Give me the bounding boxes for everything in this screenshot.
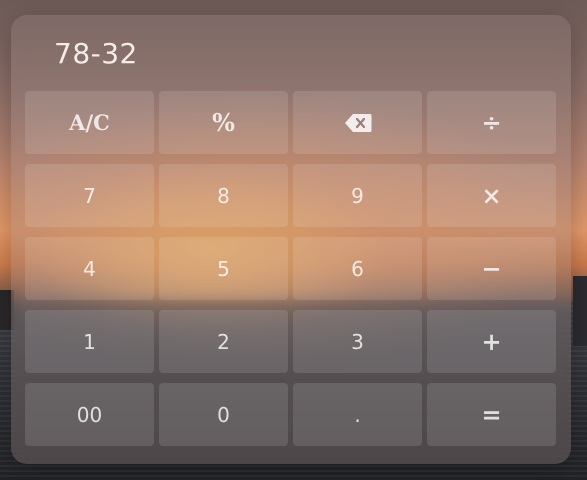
- calculator-display: 78-32: [54, 37, 138, 70]
- key-equals[interactable]: =: [427, 383, 556, 446]
- key-percent[interactable]: %: [159, 91, 288, 154]
- key-minus[interactable]: −: [427, 237, 556, 300]
- calculator-panel: 78-32 A/C % ÷ 7 8 9 × 4 5 6 − 1 2 3 + 00…: [11, 15, 571, 464]
- key-5[interactable]: 5: [159, 237, 288, 300]
- key-7[interactable]: 7: [25, 164, 154, 227]
- key-divide[interactable]: ÷: [427, 91, 556, 154]
- key-1[interactable]: 1: [25, 310, 154, 373]
- key-0[interactable]: 0: [159, 383, 288, 446]
- key-backspace[interactable]: [293, 91, 422, 154]
- key-all-clear[interactable]: A/C: [25, 91, 154, 154]
- key-decimal[interactable]: .: [293, 383, 422, 446]
- backspace-icon: [344, 113, 372, 133]
- key-9[interactable]: 9: [293, 164, 422, 227]
- keypad: A/C % ÷ 7 8 9 × 4 5 6 − 1 2 3 + 00 0 . =: [25, 91, 556, 446]
- key-plus[interactable]: +: [427, 310, 556, 373]
- key-6[interactable]: 6: [293, 237, 422, 300]
- key-multiply[interactable]: ×: [427, 164, 556, 227]
- key-8[interactable]: 8: [159, 164, 288, 227]
- key-4[interactable]: 4: [25, 237, 154, 300]
- background-skyline-right: [573, 276, 587, 346]
- key-3[interactable]: 3: [293, 310, 422, 373]
- key-double-zero[interactable]: 00: [25, 383, 154, 446]
- key-2[interactable]: 2: [159, 310, 288, 373]
